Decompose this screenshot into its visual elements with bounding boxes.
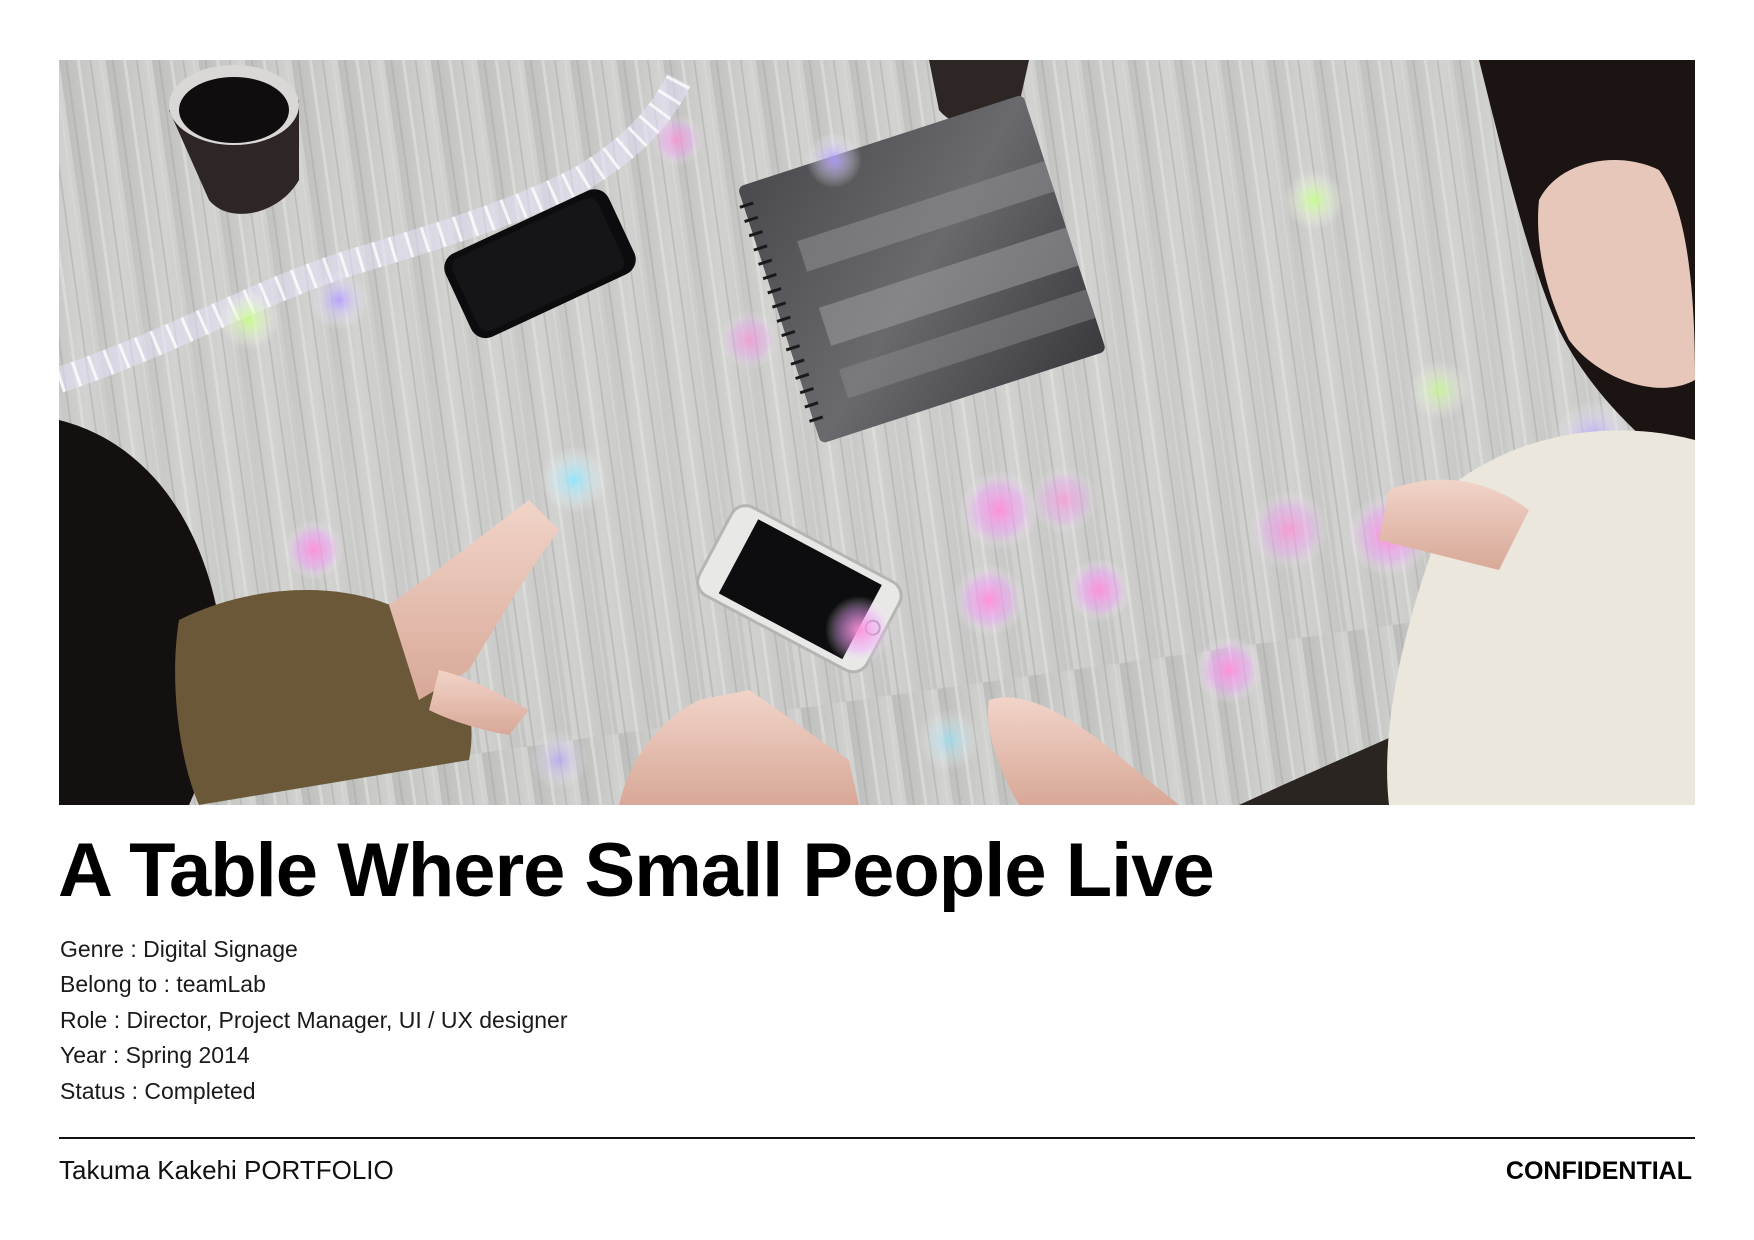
table-scene-illustration xyxy=(59,60,1695,805)
hero-photo xyxy=(59,60,1695,805)
detail-year: Year : Spring 2014 xyxy=(60,1042,250,1069)
portfolio-page: A Table Where Small People Live Genre : … xyxy=(0,0,1754,1240)
footer-divider xyxy=(59,1137,1695,1139)
project-details: Genre : Digital Signage Belong to : team… xyxy=(60,932,568,1109)
confidential-label: CONFIDENTIAL xyxy=(1505,1157,1692,1185)
portfolio-footer-label: Takuma Kakehi PORTFOLIO xyxy=(59,1155,394,1185)
page-title: A Table Where Small People Live xyxy=(58,828,1215,913)
detail-genre: Genre : Digital Signage xyxy=(60,936,298,962)
detail-role: Role : Director, Project Manager, UI / U… xyxy=(60,1006,568,1033)
detail-status: Status : Completed xyxy=(60,1077,256,1104)
detail-belong-to: Belong to : teamLab xyxy=(60,971,266,998)
